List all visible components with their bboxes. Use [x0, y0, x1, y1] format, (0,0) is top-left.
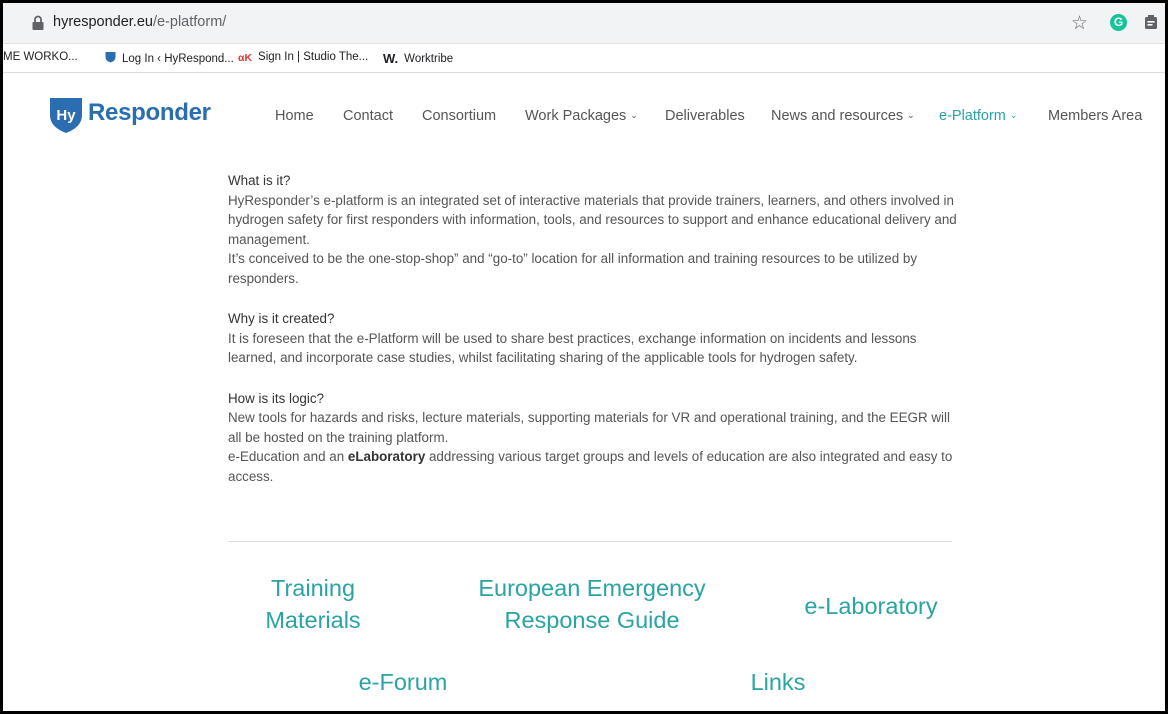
training-materials-link[interactable]: Training Materials [238, 572, 388, 636]
european-emergency-response-guide-link[interactable]: European Emergency Response Guide [451, 572, 733, 636]
bookmark-worktribe[interactable]: W. Worktribe [383, 51, 453, 66]
nav-home[interactable]: Home [275, 108, 314, 124]
what-paragraph-1: HyResponder’s e-platform is an integrate… [228, 192, 957, 247]
what-section: What is it? HyResponder’s e-platform is … [228, 171, 958, 288]
bookmark-star-icon[interactable]: ☆ [1071, 12, 1088, 35]
w-icon: W. [383, 51, 399, 66]
how-section: How is its logic? New tools for hazards … [228, 389, 958, 487]
nav-e-platform[interactable]: e-Platform ⌄ [939, 108, 1017, 124]
chevron-down-icon: ⌄ [907, 110, 915, 120]
nav-deliverables[interactable]: Deliverables [665, 108, 745, 124]
hy-shield-icon [105, 52, 116, 63]
browser-window: hyresponder.eu/e-platform/ ☆ G ME WORKO.… [0, 0, 1168, 714]
extension-icon[interactable] [1144, 14, 1158, 30]
bookmarks-bar: ME WORKO... Log In ‹ HyRespond... αK Sign… [3, 44, 1165, 73]
elaboratory-bold: eLaboratory [347, 449, 426, 464]
links-link[interactable]: Links [728, 666, 828, 698]
decorative-leaf-icon [0, 645, 15, 711]
chevron-down-icon: ⌄ [1009, 110, 1018, 120]
svg-text:Hy: Hy [56, 107, 76, 124]
lock-icon [32, 15, 44, 30]
logo-wordmark: Responder [88, 99, 211, 126]
why-paragraph: It is foreseen that the e-Platform will … [228, 330, 917, 366]
e-forum-link[interactable]: e-Forum [333, 666, 473, 698]
divider [228, 541, 952, 542]
how-paragraph-2: e-Education and an eLaboratory addressin… [228, 449, 953, 484]
bookmark-me-workout[interactable]: ME WORKO... [3, 51, 78, 63]
nav-members-area[interactable]: Members Area [1048, 108, 1142, 124]
nav-news-and-resources[interactable]: News and resources ⌄ [771, 108, 915, 124]
address-bar[interactable]: hyresponder.eu/e-platform/ ☆ G [3, 3, 1165, 44]
page-content: What is it? HyResponder’s e-platform is … [228, 171, 958, 507]
bookmark-hyresponder-login[interactable]: Log In ‹ HyRespond... [105, 51, 234, 65]
bookmark-studio-sign-in[interactable]: αK Sign In | Studio The... [238, 51, 368, 64]
why-section: Why is it created? It is foreseen that t… [228, 309, 958, 368]
how-heading: How is its logic? [228, 390, 324, 406]
nav-consortium[interactable]: Consortium [422, 108, 496, 124]
url-text[interactable]: hyresponder.eu/e-platform/ [53, 14, 226, 30]
e-laboratory-link[interactable]: e-Laboratory [781, 590, 961, 622]
nav-contact[interactable]: Contact [343, 108, 393, 124]
hy-shield-logo-icon: Hy [50, 98, 82, 133]
how-paragraph-1: New tools for hazards and risks, lecture… [228, 410, 950, 445]
nav-work-packages[interactable]: Work Packages ⌄ [525, 108, 638, 124]
chevron-down-icon: ⌄ [630, 110, 638, 120]
what-paragraph-2: It’s conceived to be the one-stop-shop” … [228, 251, 918, 286]
ak-icon: αK [238, 52, 253, 64]
what-heading: What is it? [228, 173, 291, 188]
why-heading: Why is it created? [228, 311, 335, 326]
grammarly-extension-icon[interactable]: G [1110, 14, 1127, 31]
site-logo[interactable]: Hy Responder [48, 96, 211, 136]
